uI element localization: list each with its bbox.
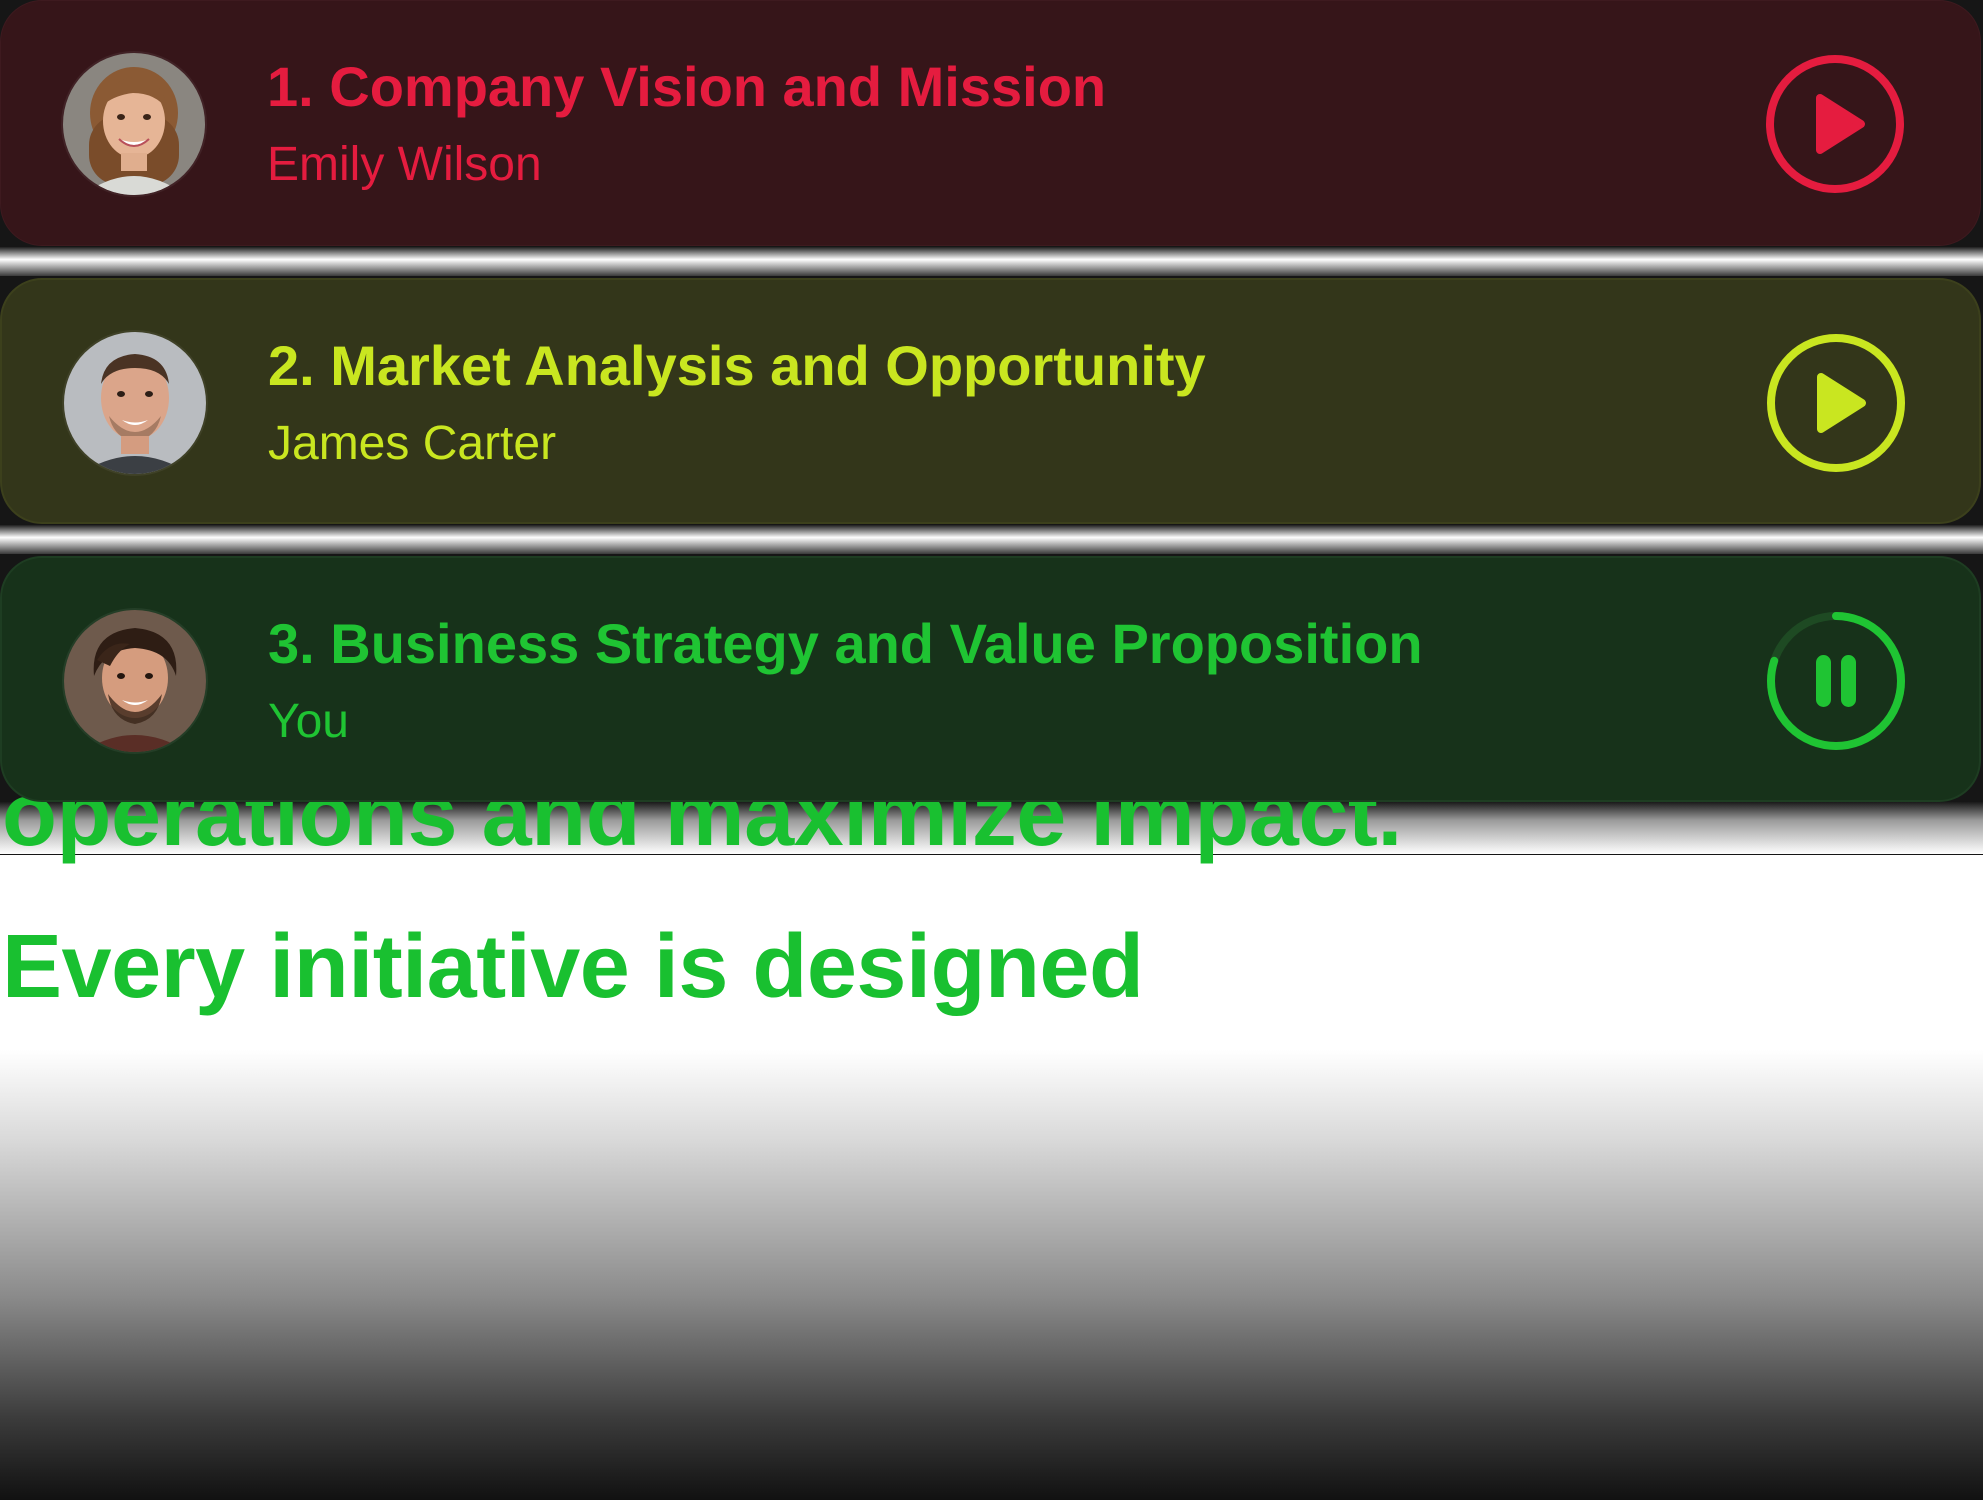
avatar-emily-wilson <box>63 53 205 195</box>
pause-button[interactable] <box>1764 609 1908 753</box>
item-presenter: Emily Wilson <box>267 138 542 191</box>
play-button[interactable] <box>1763 52 1907 196</box>
play-icon <box>1767 334 1905 472</box>
avatar-you <box>64 610 206 752</box>
playlist-item[interactable]: 2. Market Analysis and Opportunity James… <box>0 278 1981 524</box>
item-title: 3. Business Strategy and Value Propositi… <box>268 612 1423 675</box>
transcript-line: Every initiative is designed <box>2 917 1144 1017</box>
bottom-fade <box>0 1050 1983 1500</box>
play-icon <box>1766 55 1904 193</box>
pause-icon <box>1767 612 1905 750</box>
play-button[interactable] <box>1764 331 1908 475</box>
item-presenter: James Carter <box>268 417 557 470</box>
item-title: 2. Market Analysis and Opportunity <box>268 334 1206 397</box>
item-presenter: You <box>268 695 349 748</box>
item-title: 1. Company Vision and Mission <box>267 55 1107 118</box>
playlist-item-active[interactable]: 3. Business Strategy and Value Propositi… <box>0 556 1981 802</box>
playlist-item[interactable]: 1. Company Vision and Mission Emily Wils… <box>0 0 1981 246</box>
avatar-james-carter <box>64 332 206 474</box>
